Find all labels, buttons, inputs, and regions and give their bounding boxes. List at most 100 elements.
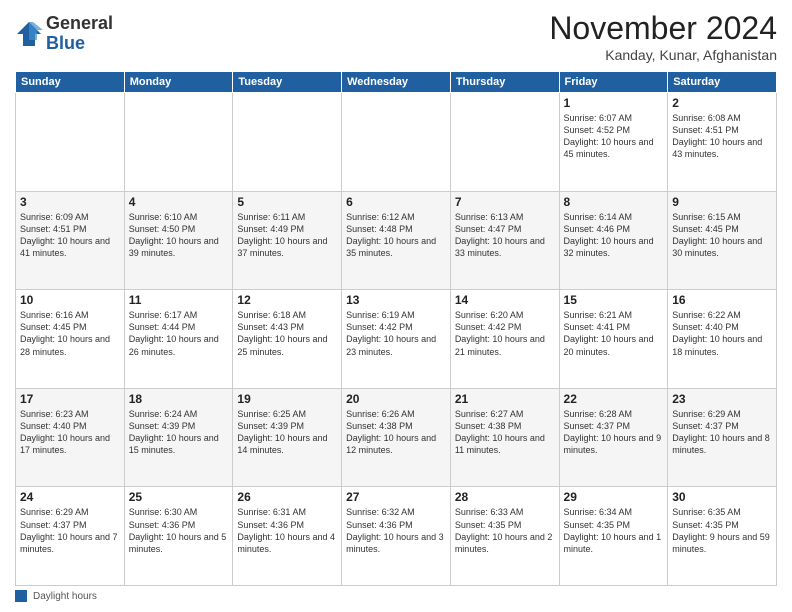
day-number: 8 <box>564 195 664 209</box>
month-title: November 2024 <box>549 10 777 47</box>
calendar-header-cell: Friday <box>559 72 668 93</box>
day-number: 11 <box>129 293 229 307</box>
calendar-day-cell: 16 Sunrise: 6:22 AM Sunset: 4:40 PM Dayli… <box>668 290 777 389</box>
day-info: Sunrise: 6:15 AM Sunset: 4:45 PM Dayligh… <box>672 211 772 260</box>
day-info: Sunrise: 6:13 AM Sunset: 4:47 PM Dayligh… <box>455 211 555 260</box>
day-info: Sunrise: 6:35 AM Sunset: 4:35 PM Dayligh… <box>672 506 772 555</box>
day-number: 10 <box>20 293 120 307</box>
day-info: Sunrise: 6:08 AM Sunset: 4:51 PM Dayligh… <box>672 112 772 161</box>
calendar-header-cell: Tuesday <box>233 72 342 93</box>
day-info: Sunrise: 6:14 AM Sunset: 4:46 PM Dayligh… <box>564 211 664 260</box>
logo-text: General Blue <box>46 14 113 54</box>
day-info: Sunrise: 6:22 AM Sunset: 4:40 PM Dayligh… <box>672 309 772 358</box>
calendar-day-cell <box>342 93 451 192</box>
calendar-day-cell: 17 Sunrise: 6:23 AM Sunset: 4:40 PM Dayli… <box>16 388 125 487</box>
calendar-day-cell: 11 Sunrise: 6:17 AM Sunset: 4:44 PM Dayli… <box>124 290 233 389</box>
calendar-day-cell: 30 Sunrise: 6:35 AM Sunset: 4:35 PM Dayli… <box>668 487 777 586</box>
calendar-day-cell: 2 Sunrise: 6:08 AM Sunset: 4:51 PM Daylig… <box>668 93 777 192</box>
calendar-day-cell: 13 Sunrise: 6:19 AM Sunset: 4:42 PM Dayli… <box>342 290 451 389</box>
calendar-day-cell: 23Sunrise: 6:29 AM Sunset: 4:37 PM Dayli… <box>668 388 777 487</box>
title-block: November 2024 Kanday, Kunar, Afghanistan <box>549 10 777 63</box>
calendar-day-cell: 25Sunrise: 6:30 AM Sunset: 4:36 PM Dayli… <box>124 487 233 586</box>
day-info: Sunrise: 6:24 AM Sunset: 4:39 PM Dayligh… <box>129 408 229 457</box>
day-info: Sunrise: 6:34 AM Sunset: 4:35 PM Dayligh… <box>564 506 664 555</box>
calendar-header-row: SundayMondayTuesdayWednesdayThursdayFrid… <box>16 72 777 93</box>
day-info: Sunrise: 6:32 AM Sunset: 4:36 PM Dayligh… <box>346 506 446 555</box>
day-info: Sunrise: 6:25 AM Sunset: 4:39 PM Dayligh… <box>237 408 337 457</box>
day-info: Sunrise: 6:18 AM Sunset: 4:43 PM Dayligh… <box>237 309 337 358</box>
day-number: 3 <box>20 195 120 209</box>
day-number: 6 <box>346 195 446 209</box>
day-number: 7 <box>455 195 555 209</box>
day-info: Sunrise: 6:31 AM Sunset: 4:36 PM Dayligh… <box>237 506 337 555</box>
day-number: 9 <box>672 195 772 209</box>
day-info: Sunrise: 6:09 AM Sunset: 4:51 PM Dayligh… <box>20 211 120 260</box>
day-number: 5 <box>237 195 337 209</box>
day-number: 2 <box>672 96 772 110</box>
day-number: 16 <box>672 293 772 307</box>
calendar-day-cell: 5 Sunrise: 6:11 AM Sunset: 4:49 PM Daylig… <box>233 191 342 290</box>
calendar-header-cell: Sunday <box>16 72 125 93</box>
daylight-label: Daylight hours <box>33 591 97 602</box>
calendar-day-cell: 19 Sunrise: 6:25 AM Sunset: 4:39 PM Dayli… <box>233 388 342 487</box>
day-info: Sunrise: 6:19 AM Sunset: 4:42 PM Dayligh… <box>346 309 446 358</box>
day-number: 27 <box>346 490 446 504</box>
day-info: Sunrise: 6:11 AM Sunset: 4:49 PM Dayligh… <box>237 211 337 260</box>
logo-icon <box>15 20 43 48</box>
calendar-header-cell: Thursday <box>450 72 559 93</box>
day-number: 12 <box>237 293 337 307</box>
calendar-day-cell: 28Sunrise: 6:33 AM Sunset: 4:35 PM Dayli… <box>450 487 559 586</box>
calendar-day-cell: 8 Sunrise: 6:14 AM Sunset: 4:46 PM Daylig… <box>559 191 668 290</box>
day-number: 20 <box>346 392 446 406</box>
day-number: 4 <box>129 195 229 209</box>
day-info: Sunrise: 6:28 AM Sunset: 4:37 PM Dayligh… <box>564 408 664 457</box>
calendar-day-cell: 1Sunrise: 6:07 AM Sunset: 4:52 PM Daylig… <box>559 93 668 192</box>
calendar-week-row: 17 Sunrise: 6:23 AM Sunset: 4:40 PM Dayli… <box>16 388 777 487</box>
day-number: 25 <box>129 490 229 504</box>
calendar-day-cell: 22 Sunrise: 6:28 AM Sunset: 4:37 PM Dayli… <box>559 388 668 487</box>
calendar-day-cell: 4 Sunrise: 6:10 AM Sunset: 4:50 PM Daylig… <box>124 191 233 290</box>
calendar-day-cell: 3 Sunrise: 6:09 AM Sunset: 4:51 PM Daylig… <box>16 191 125 290</box>
logo-blue: Blue <box>46 34 113 54</box>
calendar-day-cell <box>233 93 342 192</box>
logo-general: General <box>46 14 113 34</box>
day-info: Sunrise: 6:17 AM Sunset: 4:44 PM Dayligh… <box>129 309 229 358</box>
day-number: 14 <box>455 293 555 307</box>
day-info: Sunrise: 6:29 AM Sunset: 4:37 PM Dayligh… <box>20 506 120 555</box>
day-info: Sunrise: 6:26 AM Sunset: 4:38 PM Dayligh… <box>346 408 446 457</box>
calendar: SundayMondayTuesdayWednesdayThursdayFrid… <box>15 71 777 586</box>
daylight-box-icon <box>15 590 27 602</box>
footer: Daylight hours <box>15 590 777 602</box>
day-number: 30 <box>672 490 772 504</box>
calendar-week-row: 3 Sunrise: 6:09 AM Sunset: 4:51 PM Daylig… <box>16 191 777 290</box>
day-info: Sunrise: 6:29 AM Sunset: 4:37 PM Dayligh… <box>672 408 772 457</box>
calendar-week-row: 10Sunrise: 6:16 AM Sunset: 4:45 PM Dayli… <box>16 290 777 389</box>
calendar-day-cell <box>450 93 559 192</box>
calendar-day-cell: 10Sunrise: 6:16 AM Sunset: 4:45 PM Dayli… <box>16 290 125 389</box>
day-number: 19 <box>237 392 337 406</box>
calendar-header-cell: Saturday <box>668 72 777 93</box>
calendar-week-row: 1Sunrise: 6:07 AM Sunset: 4:52 PM Daylig… <box>16 93 777 192</box>
day-number: 21 <box>455 392 555 406</box>
calendar-day-cell: 27 Sunrise: 6:32 AM Sunset: 4:36 PM Dayli… <box>342 487 451 586</box>
calendar-day-cell: 26 Sunrise: 6:31 AM Sunset: 4:36 PM Dayli… <box>233 487 342 586</box>
calendar-day-cell: 15Sunrise: 6:21 AM Sunset: 4:41 PM Dayli… <box>559 290 668 389</box>
calendar-day-cell: 18Sunrise: 6:24 AM Sunset: 4:39 PM Dayli… <box>124 388 233 487</box>
day-info: Sunrise: 6:10 AM Sunset: 4:50 PM Dayligh… <box>129 211 229 260</box>
calendar-day-cell: 21 Sunrise: 6:27 AM Sunset: 4:38 PM Dayli… <box>450 388 559 487</box>
calendar-day-cell: 29Sunrise: 6:34 AM Sunset: 4:35 PM Dayli… <box>559 487 668 586</box>
calendar-day-cell: 20 Sunrise: 6:26 AM Sunset: 4:38 PM Dayli… <box>342 388 451 487</box>
location: Kanday, Kunar, Afghanistan <box>549 47 777 63</box>
calendar-day-cell: 14Sunrise: 6:20 AM Sunset: 4:42 PM Dayli… <box>450 290 559 389</box>
calendar-day-cell <box>16 93 125 192</box>
calendar-week-row: 24Sunrise: 6:29 AM Sunset: 4:37 PM Dayli… <box>16 487 777 586</box>
day-info: Sunrise: 6:27 AM Sunset: 4:38 PM Dayligh… <box>455 408 555 457</box>
day-number: 13 <box>346 293 446 307</box>
day-info: Sunrise: 6:07 AM Sunset: 4:52 PM Dayligh… <box>564 112 664 161</box>
day-info: Sunrise: 6:23 AM Sunset: 4:40 PM Dayligh… <box>20 408 120 457</box>
day-number: 22 <box>564 392 664 406</box>
day-number: 26 <box>237 490 337 504</box>
day-info: Sunrise: 6:12 AM Sunset: 4:48 PM Dayligh… <box>346 211 446 260</box>
day-number: 17 <box>20 392 120 406</box>
calendar-day-cell: 12 Sunrise: 6:18 AM Sunset: 4:43 PM Dayli… <box>233 290 342 389</box>
